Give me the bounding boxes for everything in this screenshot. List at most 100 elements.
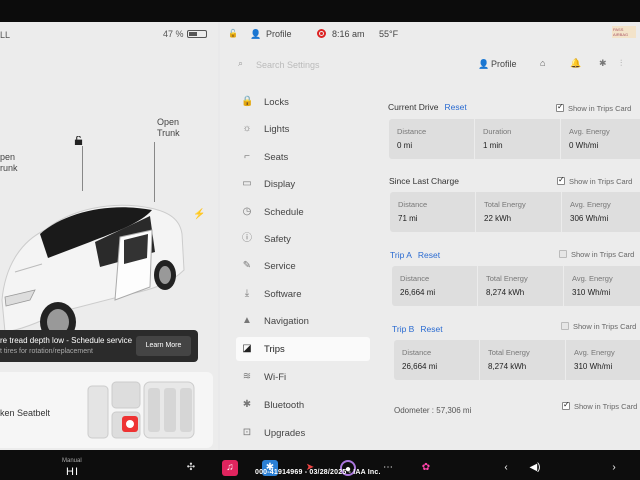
stat-distance: Distance 26,664 mi bbox=[394, 340, 480, 380]
current-drive-show-checkbox[interactable]: Show in Trips Card bbox=[556, 102, 631, 113]
sidebar-item-service[interactable]: ✎ Service bbox=[236, 254, 370, 278]
sidebar-item-safety[interactable]: ⓘ Safety bbox=[236, 227, 370, 251]
upgrades-icon: ⊡ bbox=[242, 427, 252, 438]
dashcam-record-icon[interactable] bbox=[317, 29, 326, 38]
lightbulb-icon: ☼ bbox=[242, 123, 252, 134]
open-frunk-label-1: pen bbox=[0, 152, 16, 162]
trip-a-stats: Distance 26,664 mi Total Energy 8,274 kWh … bbox=[392, 266, 640, 306]
since-charge-show-checkbox[interactable]: Show in Trips Card bbox=[557, 175, 632, 186]
sidebar-item-schedule[interactable]: ◷ Schedule bbox=[236, 200, 370, 224]
vehicle-panel: LL 47 % Open Trunk pen runk ⚡ re tread d… bbox=[0, 22, 218, 450]
person-icon: 👤 bbox=[250, 29, 262, 39]
previous-track-icon[interactable]: ‹ bbox=[498, 460, 514, 476]
checkbox-unchecked-icon bbox=[561, 322, 569, 330]
games-app-icon[interactable]: ✿ bbox=[418, 460, 434, 476]
stat-distance: Distance 71 mi bbox=[390, 192, 476, 232]
navigation-arrow-icon: ▲ bbox=[242, 315, 252, 326]
checkbox-checked-icon bbox=[556, 102, 564, 112]
open-frunk-button[interactable]: pen runk bbox=[0, 152, 18, 174]
vehicle-3d-image bbox=[1, 204, 185, 342]
odometer-show-checkbox[interactable]: Show in Trips Card bbox=[562, 400, 637, 411]
battery-icon bbox=[187, 30, 207, 38]
seatbelt-card: ken Seatbelt bbox=[0, 372, 213, 448]
seatbelt-label: ken Seatbelt bbox=[0, 408, 51, 418]
left-status-bar: LL 47 % bbox=[0, 22, 218, 46]
since-charge-heading: Since Last Charge bbox=[389, 176, 459, 186]
lock-status-icon[interactable]: 🔓 bbox=[228, 29, 238, 38]
battery-percent: 47 % bbox=[163, 29, 184, 39]
trips-content: Current DriveReset Show in Trips Card Di… bbox=[388, 22, 640, 450]
stat-duration: Duration 1 min bbox=[475, 119, 561, 159]
current-drive-stats: Distance 0 mi Duration 1 min Avg. Energy 0 … bbox=[389, 119, 640, 159]
stat-total-energy: Total Energy 8,274 kWh bbox=[478, 266, 564, 306]
next-track-icon[interactable]: › bbox=[606, 460, 622, 476]
unlock-icon[interactable] bbox=[74, 136, 83, 145]
sidebar-item-upgrades[interactable]: ⊡ Upgrades bbox=[236, 421, 370, 445]
sidebar-item-navigation[interactable]: ▲ Navigation bbox=[236, 309, 370, 333]
touchscreen: LL 47 % Open Trunk pen runk ⚡ re tread d… bbox=[0, 22, 640, 450]
wifi-icon: ≋ bbox=[242, 371, 252, 382]
display-icon: ▭ bbox=[242, 178, 252, 189]
open-trunk-label-2: Trunk bbox=[157, 128, 180, 138]
sidebar-item-wifi[interactable]: ≋ Wi-Fi bbox=[236, 365, 370, 389]
seat-icon: ⌐ bbox=[244, 151, 250, 162]
sidebar-item-trips[interactable]: ◪ Trips bbox=[236, 337, 370, 361]
download-icon: ⤓ bbox=[244, 288, 250, 299]
trip-b-reset-button[interactable]: Reset bbox=[420, 324, 442, 334]
current-drive-heading: Current Drive Reset bbox=[388, 102, 467, 112]
odometer: Odometer : 57,306 mi bbox=[394, 406, 472, 415]
auction-watermark: 000-41914969 - 03/28/2025 - IAA Inc. bbox=[255, 469, 381, 476]
top-profile-button[interactable]: Profile bbox=[266, 29, 292, 39]
more-apps-icon[interactable]: ⋯ bbox=[380, 460, 396, 476]
checkbox-checked-icon bbox=[562, 400, 570, 410]
trips-icon: ◪ bbox=[242, 343, 252, 354]
sidebar-item-seats[interactable]: ⌐ Seats bbox=[236, 145, 370, 169]
trip-a-show-checkbox[interactable]: Show in Trips Card bbox=[559, 250, 634, 259]
stat-avg-energy: Avg. Energy 310 Wh/mi bbox=[572, 274, 613, 297]
sidebar-item-lights[interactable]: ☼ Lights bbox=[236, 117, 370, 141]
sidebar-item-bluetooth[interactable]: ✱ Bluetooth bbox=[236, 393, 370, 417]
stat-avg-energy: Avg. Energy 0 Wh/mi bbox=[569, 127, 610, 150]
trip-b-show-checkbox[interactable]: Show in Trips Card bbox=[561, 322, 636, 331]
open-trunk-button[interactable]: Open Trunk bbox=[157, 117, 180, 139]
since-charge-stats: Distance 71 mi Total Energy 22 kWh Avg. En… bbox=[390, 192, 640, 232]
lock-icon: 🔒 bbox=[241, 96, 254, 107]
seat-diagram-icon bbox=[87, 381, 195, 439]
stat-total-energy: Total Energy 22 kWh bbox=[476, 192, 562, 232]
search-icon: ⌕ bbox=[238, 58, 244, 68]
open-trunk-label-1: Open bbox=[157, 117, 180, 127]
stat-distance: Distance 0 mi bbox=[389, 119, 475, 159]
alert-submessage: t tires for rotation/replacement bbox=[0, 348, 93, 355]
info-icon: ⓘ bbox=[242, 233, 252, 244]
current-drive-reset-button[interactable]: Reset bbox=[445, 102, 467, 112]
wrench-icon: ✎ bbox=[242, 260, 252, 271]
sidebar-item-software[interactable]: ⤓ Software bbox=[236, 282, 370, 306]
checkbox-unchecked-icon bbox=[559, 250, 567, 258]
charging-bolt-icon: ⚡ bbox=[193, 209, 206, 220]
trip-b-stats: Distance 26,664 mi Total Energy 8,274 kWh … bbox=[394, 340, 640, 380]
trip-a-reset-button[interactable]: Reset bbox=[418, 250, 440, 260]
sidebar-item-locks[interactable]: 🔒 Locks bbox=[236, 90, 370, 114]
stat-avg-energy: Avg. Energy 310 Wh/mi bbox=[574, 348, 615, 371]
alert-message: re tread depth low - Schedule service bbox=[0, 336, 133, 345]
learn-more-button[interactable]: Learn More bbox=[136, 336, 191, 356]
music-app-icon[interactable]: ♫ bbox=[222, 460, 238, 476]
volume-icon[interactable]: ◀) bbox=[527, 460, 543, 476]
climate-temp[interactable]: HI bbox=[66, 466, 79, 478]
tire-alert-banner: re tread depth low - Schedule service t … bbox=[0, 330, 198, 362]
trip-a-heading: Trip A Reset bbox=[390, 250, 441, 260]
signal-indicator: LL bbox=[0, 30, 11, 40]
clock: 8:16 am bbox=[332, 29, 365, 39]
stat-avg-energy: Avg. Energy 306 Wh/mi bbox=[570, 200, 611, 223]
sidebar-item-display[interactable]: ▭ Display bbox=[236, 172, 370, 196]
climate-mode-label: Manual bbox=[62, 458, 82, 464]
stat-distance: Distance 26,664 mi bbox=[392, 266, 478, 306]
screen-bezel bbox=[0, 0, 640, 24]
fan-icon[interactable]: ✣ bbox=[183, 460, 199, 476]
checkbox-checked-icon bbox=[557, 175, 565, 185]
trip-b-heading: Trip B Reset bbox=[392, 324, 443, 334]
bottom-taskbar: Manual HI ✣ ♫ ✱ ➤ ● ⋯ ✿ ‹ ◀) › 000-41914… bbox=[0, 450, 640, 480]
bluetooth-icon: ✱ bbox=[242, 399, 252, 410]
clock-icon: ◷ bbox=[242, 206, 252, 217]
stat-total-energy: Total Energy 8,274 kWh bbox=[480, 340, 566, 380]
